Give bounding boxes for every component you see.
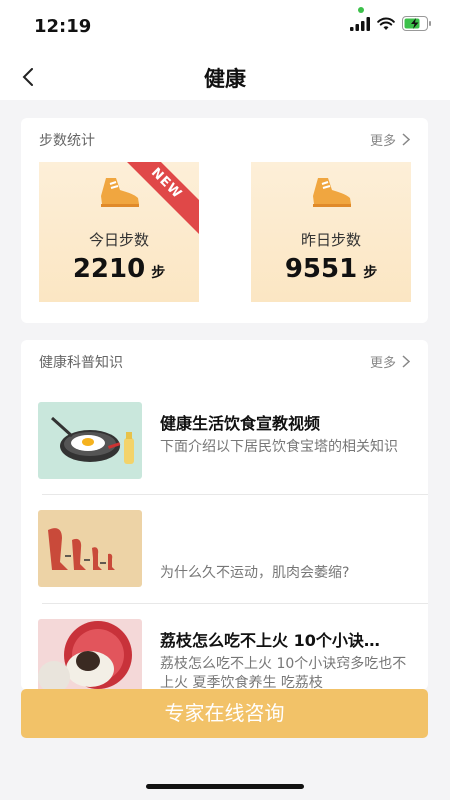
shrinking-legs-thumbnail	[38, 510, 142, 587]
article-description: 为什么久不运动，肌肉会萎缩?	[160, 565, 350, 581]
privacy-indicator-dot	[358, 7, 364, 13]
health-knowledge-card: 健康科普知识 更多 健康生活饮食宣教视频 下面介绍以下居民饮食宝塔的相关知识 为…	[21, 340, 428, 696]
today-steps-tile[interactable]: NEW 今日步数 2210 步	[39, 162, 199, 302]
status-icons	[350, 16, 432, 31]
article-description: 下面介绍以下居民饮食宝塔的相关知识	[160, 439, 398, 455]
article-title: 荔枝怎么吃不上火 10个小诀…	[160, 631, 380, 650]
chevron-right-icon	[402, 355, 410, 368]
page-title: 健康	[204, 67, 246, 91]
yesterday-steps-number: 9551	[284, 254, 358, 284]
more-label: 更多	[369, 356, 396, 371]
more-label: 更多	[369, 134, 396, 149]
today-steps-value: 2210 步	[39, 254, 199, 284]
battery-charging-icon	[402, 16, 431, 31]
lychee-icon	[38, 621, 132, 693]
sneaker-icon	[101, 178, 139, 207]
nav-bar: 健康	[0, 54, 450, 100]
article-description: 荔枝怎么吃不上火 10个小诀窍多吃也不上火 夏季饮食养生 吃荔枝	[160, 656, 407, 691]
status-bar: 12:19	[0, 0, 450, 54]
frying-pan-egg-icon	[50, 416, 134, 464]
chevron-right-icon	[402, 133, 410, 146]
today-steps-label: 今日步数	[88, 231, 149, 249]
today-steps-unit: 步	[151, 265, 166, 281]
wifi-icon	[377, 17, 395, 30]
step-stats-card: 步数统计 更多 NEW 今日步数 2210 步 昨日步数 9551 步	[21, 118, 428, 323]
yesterday-steps-value: 9551 步	[251, 254, 411, 284]
divider	[42, 603, 428, 604]
status-time: 12:19	[34, 16, 92, 37]
article-title: 健康生活饮食宣教视频	[160, 414, 321, 433]
health-knowledge-more-link[interactable]: 更多	[370, 352, 410, 371]
yesterday-steps-tile[interactable]: 昨日步数 9551 步	[251, 162, 411, 302]
article-item[interactable]: 为什么久不运动，肌肉会萎缩?	[21, 510, 428, 618]
home-indicator	[146, 784, 304, 789]
frying-pan-egg-thumbnail	[38, 402, 142, 479]
yesterday-steps-unit: 步	[363, 265, 378, 281]
today-steps-number: 2210	[72, 254, 146, 284]
health-knowledge-title: 健康科普知识	[39, 355, 123, 371]
sneaker-icon	[313, 178, 351, 207]
expert-consult-button[interactable]: 专家在线咨询	[21, 689, 428, 738]
signal-icon	[350, 16, 370, 31]
step-stats-more-link[interactable]: 更多	[370, 130, 410, 149]
health-knowledge-header: 健康科普知识 更多	[39, 352, 410, 374]
step-stats-title: 步数统计	[39, 133, 95, 149]
step-stats-header: 步数统计 更多	[39, 130, 410, 152]
lychee-thumbnail	[38, 619, 142, 696]
shrinking-legs-icon	[48, 528, 115, 570]
yesterday-steps-label: 昨日步数	[300, 231, 361, 249]
divider	[42, 494, 428, 495]
